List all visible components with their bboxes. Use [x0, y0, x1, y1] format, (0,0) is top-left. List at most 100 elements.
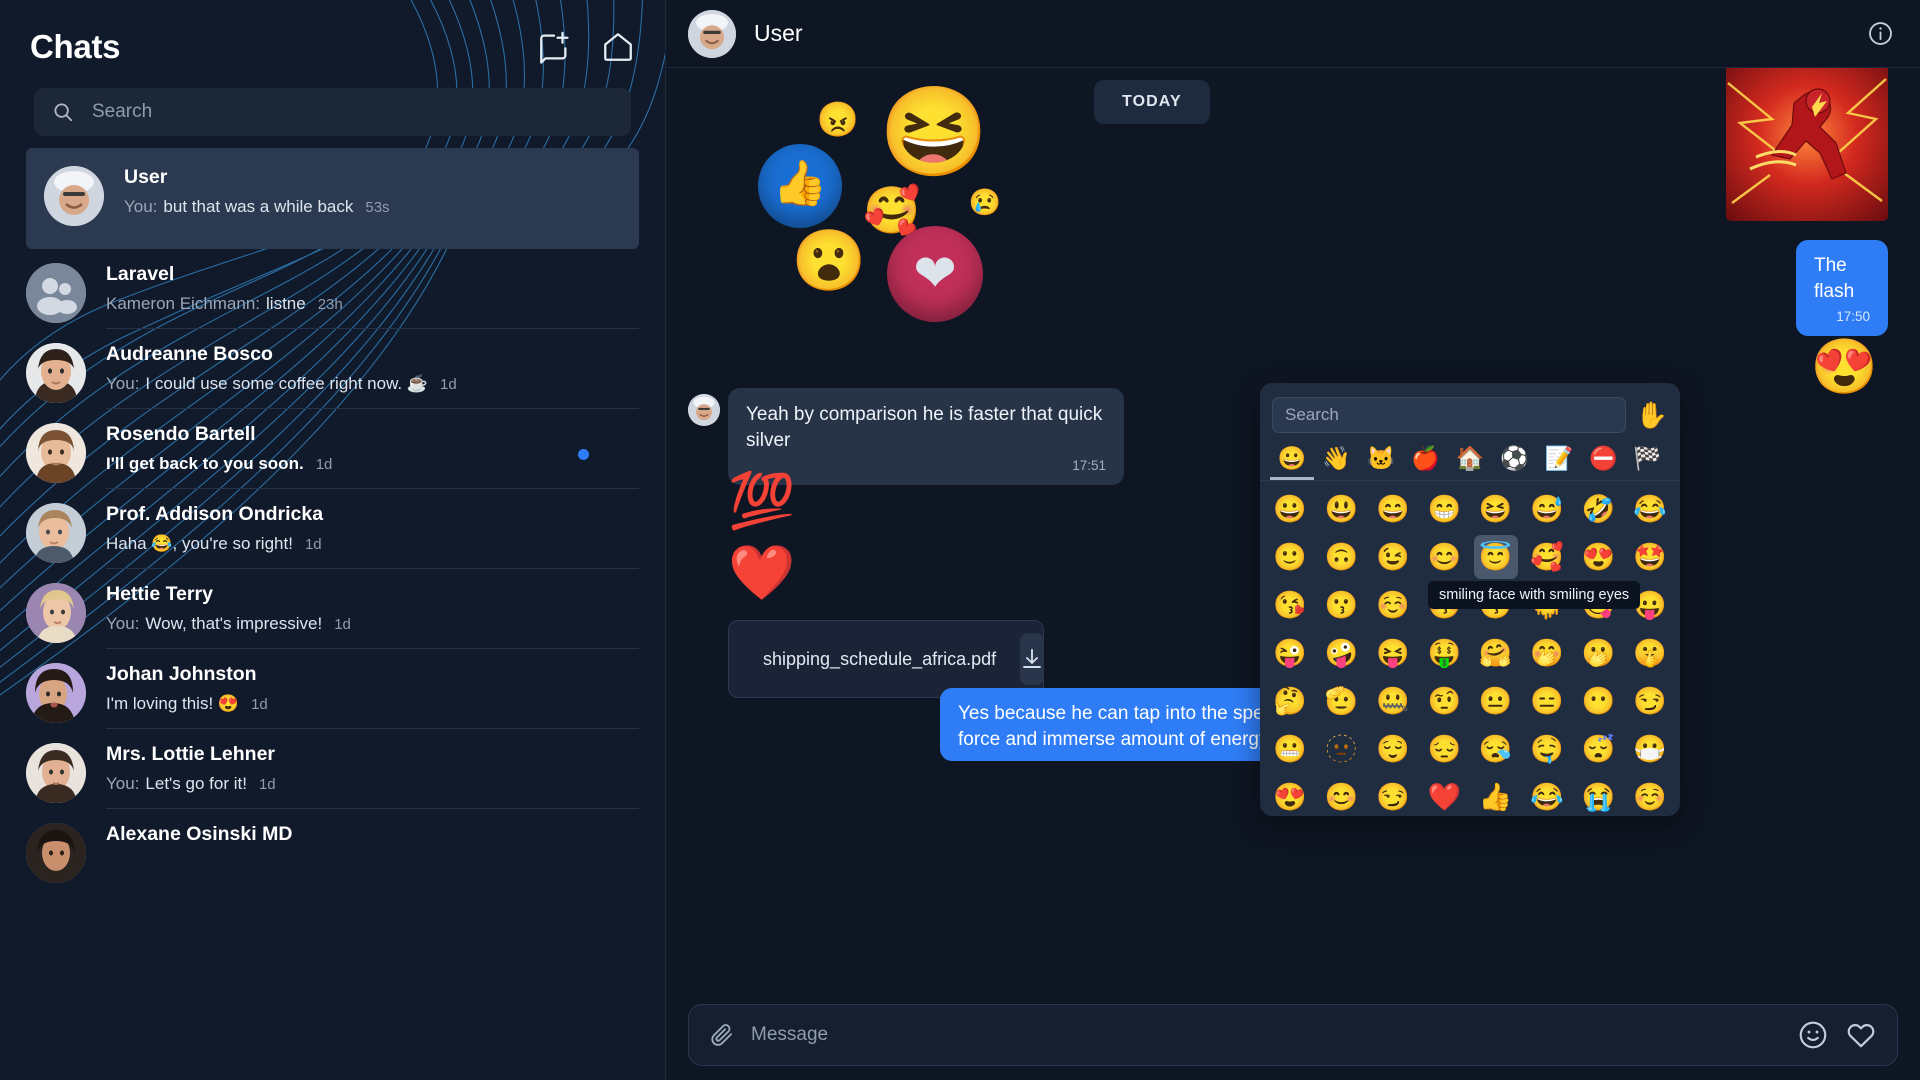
emoji-category-travel[interactable]: 🏠 — [1448, 447, 1492, 480]
emoji-cell[interactable]: 😝 — [1371, 631, 1415, 675]
emoji-cell[interactable]: 🫢 — [1577, 631, 1621, 675]
chat-name: Johan Johnston — [106, 663, 257, 685]
emoji-picker-top: ✋ — [1260, 383, 1680, 441]
emoji-cell[interactable]: 🤣 — [1577, 487, 1621, 531]
emoji-cell[interactable]: 😀 — [1268, 487, 1312, 531]
paperclip-icon[interactable] — [709, 1022, 735, 1048]
message-sticker-hundred[interactable]: 💯 — [728, 474, 795, 528]
emoji-category-symbols[interactable]: ⛔ — [1581, 447, 1625, 480]
chat-list-item-hettie-terry[interactable]: Hettie Terry You: Wow, that's impressive!… — [0, 569, 665, 649]
emoji-cell[interactable]: ❤️ — [1422, 775, 1466, 816]
emoji-cell[interactable]: 🤭 — [1525, 631, 1569, 675]
emoji-cell[interactable]: 😏 — [1371, 775, 1415, 816]
emoji-cell[interactable]: 😔 — [1422, 727, 1466, 771]
emoji-cell[interactable]: 😶 — [1577, 679, 1621, 723]
emoji-cell[interactable]: 🙂 — [1268, 535, 1312, 579]
emoji-cell[interactable]: 🤐 — [1371, 679, 1415, 723]
emoji-cell[interactable]: 🙃 — [1319, 535, 1363, 579]
emoji-cell[interactable]: 😐 — [1474, 679, 1518, 723]
emoji-cell[interactable]: 😭 — [1577, 775, 1621, 816]
emoji-cell[interactable]: 😄 — [1371, 487, 1415, 531]
message-sticker-red-heart[interactable]: ❤️ — [728, 546, 795, 600]
emoji-cell[interactable]: ☺️ — [1628, 775, 1672, 816]
emoji-cell[interactable]: 😇 — [1473, 535, 1518, 579]
emoji-cell[interactable]: 🤨 — [1422, 679, 1466, 723]
emoji-cell[interactable]: 🤔 — [1268, 679, 1312, 723]
chat-list-item-addison-ondricka[interactable]: Prof. Addison Ondricka Haha 😂, you're so… — [0, 489, 665, 569]
emoji-search-box[interactable] — [1272, 397, 1626, 433]
emoji-category-people[interactable]: 👋 — [1314, 447, 1358, 480]
emoji-category-objects[interactable]: 📝 — [1537, 447, 1581, 480]
emoji-picker[interactable]: ✋ 😀 👋 🐱 🍎 🏠 ⚽ 📝 ⛔ 🏁 😀😃😄😁😆😅🤣😂🙂🙃😉😊😇🥰😍🤩😘😗☺️… — [1260, 383, 1680, 816]
emoji-cell[interactable]: 😏 — [1628, 679, 1672, 723]
message-bubble-out-speedforce[interactable]: Yes because he can tap into the speed fo… — [940, 688, 1312, 762]
emoji-cell[interactable]: 😆 — [1474, 487, 1518, 531]
message-bubble-out-flash[interactable]: The flash 17:50 — [1796, 240, 1888, 336]
emoji-cell[interactable]: 👍 — [1474, 775, 1518, 816]
emoji-category-activities[interactable]: ⚽ — [1492, 447, 1536, 480]
emoji-cell[interactable]: 😉 — [1371, 535, 1415, 579]
emoji-cell[interactable]: 😜 — [1268, 631, 1312, 675]
emoji-cell[interactable]: 😅 — [1525, 487, 1569, 531]
emoji-cell[interactable]: 😂 — [1525, 775, 1569, 816]
emoji-cell[interactable]: 😴 — [1577, 727, 1621, 771]
message-image-flash[interactable] — [1726, 68, 1888, 221]
download-button[interactable] — [1020, 633, 1045, 685]
emoji-cell[interactable]: 😘 — [1268, 583, 1312, 627]
snippet-time: 1d — [304, 536, 322, 553]
emoji-cell[interactable]: 🤫 — [1628, 631, 1672, 675]
avatar[interactable] — [688, 9, 736, 58]
emoji-category-flags[interactable]: 🏁 — [1626, 447, 1670, 480]
emoji-cell[interactable]: 😗 — [1319, 583, 1363, 627]
emoji-cell[interactable]: 🤪 — [1319, 631, 1363, 675]
home-icon[interactable] — [601, 30, 635, 64]
new-chat-icon[interactable] — [537, 30, 571, 64]
chat-list-item-lottie-lehner[interactable]: Mrs. Lottie Lehner You: Let's go for it! 1… — [0, 729, 665, 809]
search-input[interactable] — [92, 101, 613, 123]
emoji-category-smileys[interactable]: 😀 — [1270, 447, 1315, 480]
smiley-icon[interactable] — [1797, 1019, 1829, 1051]
snippet-time: 1d — [315, 456, 333, 473]
emoji-cell[interactable]: 🤤 — [1525, 727, 1569, 771]
emoji-row: 😜 🤪 😝 🤑 🤗 🤭 🫢 🤫 — [1268, 631, 1672, 675]
conversation-title: User — [754, 20, 803, 46]
chat-name: Prof. Addison Ondricka — [106, 503, 324, 525]
emoji-cell[interactable]: 😑 — [1525, 679, 1569, 723]
emoji-category-food[interactable]: 🍎 — [1403, 447, 1447, 480]
emoji-cell[interactable]: 😊 — [1319, 775, 1363, 816]
search-box[interactable] — [34, 88, 631, 136]
info-icon[interactable] — [1867, 20, 1894, 47]
emoji-cell[interactable]: 😊 — [1422, 535, 1466, 579]
emoji-search-input[interactable] — [1285, 405, 1613, 425]
emoji-cell[interactable]: 😍 — [1268, 775, 1312, 816]
snippet-time: 1d — [440, 376, 457, 393]
emoji-cell[interactable]: 🫥 — [1319, 727, 1363, 771]
emoji-cell[interactable]: 🤑 — [1422, 631, 1466, 675]
emoji-cell[interactable]: 🤗 — [1474, 631, 1518, 675]
message-avatar — [688, 394, 720, 426]
emoji-cell[interactable]: 😬 — [1268, 727, 1312, 771]
heart-icon[interactable] — [1845, 1019, 1877, 1051]
emoji-cell[interactable]: 😷 — [1628, 727, 1672, 771]
emoji-cell[interactable]: 😃 — [1319, 487, 1363, 531]
skin-tone-hand-icon[interactable]: ✋ — [1636, 402, 1668, 428]
emoji-cell[interactable]: 😌 — [1371, 727, 1415, 771]
emoji-category-animals[interactable]: 🐱 — [1359, 447, 1403, 480]
emoji-cell[interactable]: ☺️ — [1371, 583, 1415, 627]
chat-list-item-audreanne-bosco[interactable]: Audreanne Bosco You: I could use some cof… — [0, 329, 665, 409]
emoji-cell[interactable]: 😂 — [1628, 487, 1672, 531]
message-file-attachment[interactable]: shipping_schedule_africa.pdf — [728, 620, 1045, 698]
emoji-cell[interactable]: 🥰 — [1525, 535, 1569, 579]
chat-list-item-alexane-osinski[interactable]: Alexane Osinski MD — [0, 809, 665, 883]
chat-list-item-johan-johnston[interactable]: Johan Johnston I'm loving this! 😍 1d — [0, 649, 665, 729]
emoji-cell[interactable]: 😁 — [1422, 487, 1466, 531]
chat-list-item-rosendo-bartell[interactable]: Rosendo Bartell I'll get back to you soo… — [0, 409, 665, 489]
emoji-cell[interactable]: 🤩 — [1628, 535, 1672, 579]
chat-list-item-user[interactable]: User You: but that was a while back 53s — [26, 148, 639, 249]
emoji-cell[interactable]: 😪 — [1474, 727, 1518, 771]
message-input[interactable] — [751, 1024, 1781, 1046]
emoji-cell[interactable]: 😍 — [1577, 535, 1621, 579]
chat-list-item-laravel[interactable]: Laravel Kameron Eichmann: listne 23h — [0, 249, 665, 329]
emoji-cell[interactable]: 🫡 — [1319, 679, 1363, 723]
message-sticker-heart-eyes[interactable]: 😍 — [1811, 340, 1878, 394]
